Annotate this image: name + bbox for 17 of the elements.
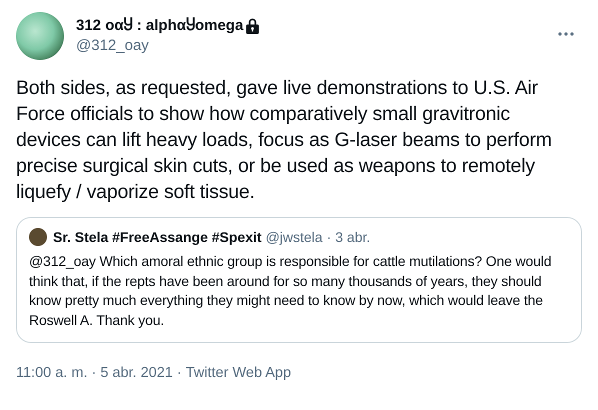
tweet-source[interactable]: Twitter Web App bbox=[186, 365, 292, 381]
separator-dot: · bbox=[326, 229, 332, 245]
more-icon[interactable] bbox=[558, 32, 574, 36]
author-name[interactable]: 312 oαႸ : alphαႸomega bbox=[76, 16, 244, 34]
tweet-time[interactable]: 11:00 a. m. bbox=[16, 365, 88, 381]
author-handle[interactable]: @312_oay bbox=[76, 37, 260, 54]
separator-dot: · bbox=[176, 365, 182, 381]
quoted-author-handle: @jwstela bbox=[266, 229, 323, 245]
avatar[interactable] bbox=[16, 12, 64, 60]
quoted-date: 3 abr. bbox=[335, 229, 370, 245]
quoted-tweet-card[interactable] bbox=[16, 217, 582, 343]
tweet-text: Both sides, as requested, gave live demonstrations to U.S. Air Force officials to show how comparatively small gravitronic devices can lift heavy loads, focus as G-laser beams to perform precise surgical skin cuts, or be used as weapons to remotely liquefy / vaporize soft tissue. bbox=[16, 76, 553, 205]
tweet-date[interactable]: 5 abr. 2021 bbox=[100, 365, 173, 381]
quoted-tweet-text: @312_oay Which amoral ethnic group is responsible for cattle mutilations? One would think that, if the repts have been around for so many thousands of years, they should know pretty much everything they might need to know by now, which would leave the Roswell A. Thank you. bbox=[29, 252, 552, 330]
separator-dot: · bbox=[91, 365, 96, 381]
quoted-author-name: Sr. Stela #FreeAssange #Spexit bbox=[53, 229, 262, 245]
quoted-avatar bbox=[29, 228, 47, 246]
